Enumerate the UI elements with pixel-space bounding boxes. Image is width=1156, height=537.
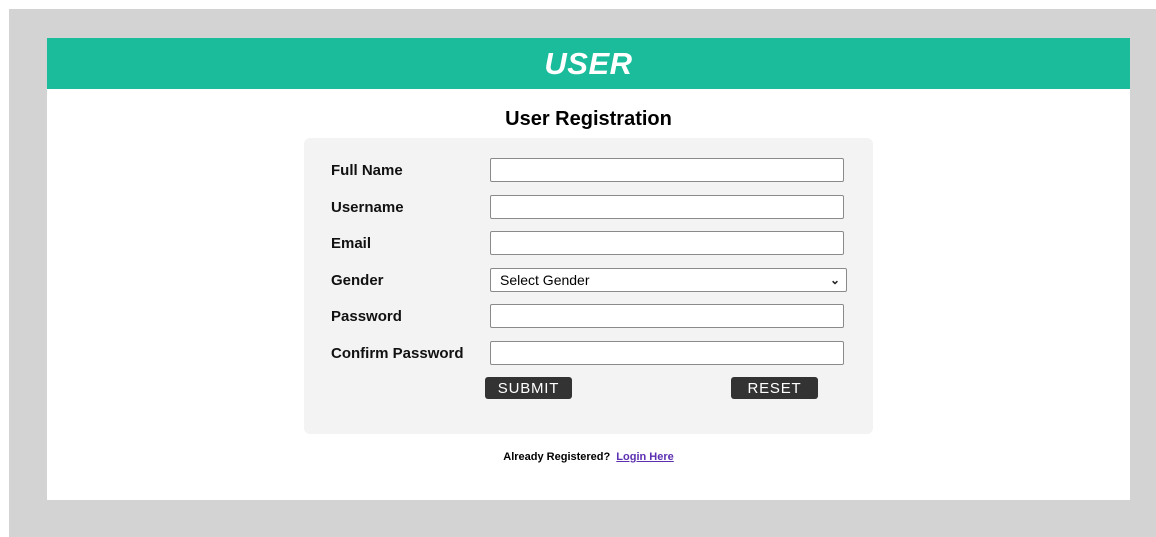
- confirm-password-row: Confirm Password: [331, 340, 844, 366]
- gender-selected-value: Select Gender: [500, 272, 590, 288]
- email-label: Email: [331, 234, 372, 252]
- gender-label: Gender: [331, 271, 384, 289]
- password-input[interactable]: [490, 304, 844, 328]
- username-input[interactable]: [490, 195, 844, 219]
- username-label: Username: [331, 198, 404, 216]
- password-label: Password: [331, 307, 402, 325]
- password-row: Password: [331, 303, 844, 329]
- confirm-password-label: Confirm Password: [331, 344, 464, 362]
- confirm-password-input[interactable]: [490, 341, 844, 365]
- full-name-input[interactable]: [490, 158, 844, 182]
- form-title: User Registration: [505, 108, 672, 130]
- username-row: Username: [331, 194, 844, 220]
- email-input[interactable]: [490, 231, 844, 255]
- full-name-label: Full Name: [331, 161, 403, 179]
- full-name-row: Full Name: [331, 157, 844, 183]
- submit-button[interactable]: SUBMIT: [485, 377, 572, 399]
- login-prompt: Already Registered? Login Here: [47, 451, 1130, 463]
- login-link[interactable]: Login Here: [616, 451, 673, 463]
- header-title: USER: [544, 45, 633, 81]
- registration-form: Full Name Username Email Gender Select G…: [304, 138, 873, 434]
- reset-button[interactable]: RESET: [731, 377, 818, 399]
- page-container: USER User Registration Full Name Usernam…: [47, 38, 1130, 500]
- email-row: Email: [331, 230, 844, 256]
- chevron-down-icon: ⌄: [829, 273, 840, 287]
- gender-select[interactable]: Select Gender ⌄: [490, 268, 847, 292]
- login-prompt-text: Already Registered?: [503, 451, 611, 463]
- header-bar: USER: [47, 38, 1130, 89]
- gender-row: Gender Select Gender ⌄: [331, 267, 847, 293]
